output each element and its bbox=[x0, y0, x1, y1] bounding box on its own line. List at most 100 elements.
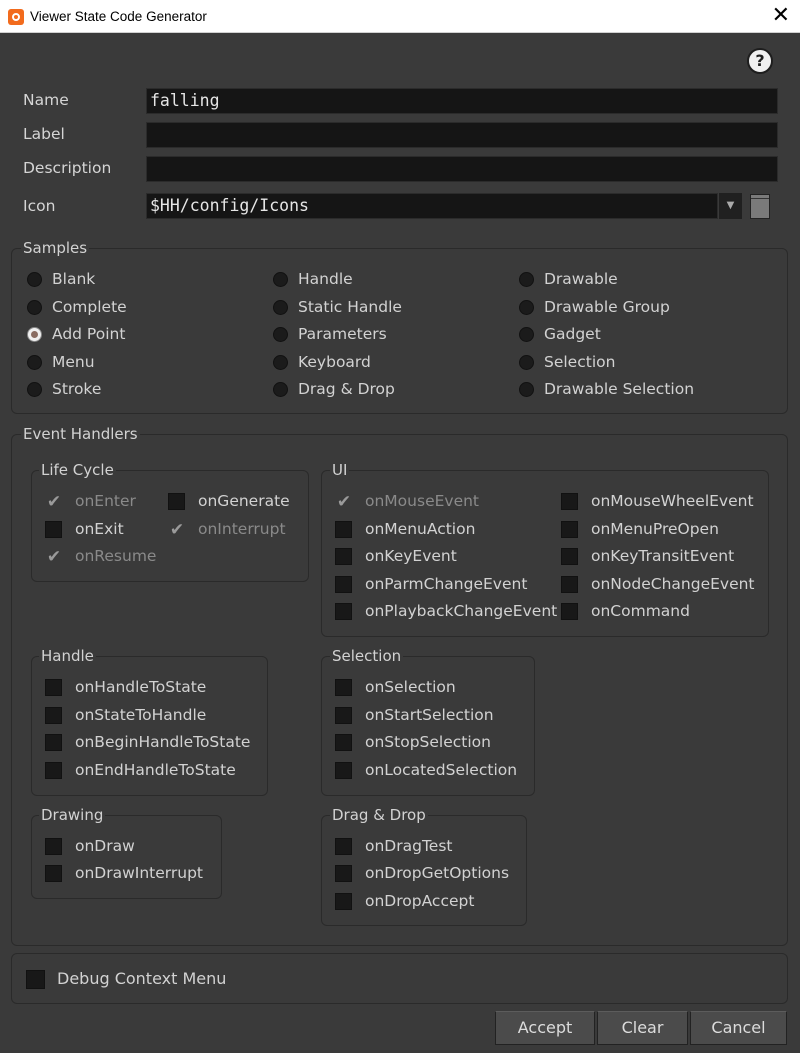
checkbox-on-mouse-wheel-event[interactable] bbox=[561, 493, 578, 510]
selection-title: Selection bbox=[330, 647, 404, 665]
check-icon[interactable]: ✔ bbox=[45, 548, 63, 566]
checkbox-on-handle-to-state[interactable] bbox=[45, 679, 62, 696]
name-input[interactable]: falling bbox=[146, 88, 778, 114]
radio-add-point[interactable] bbox=[27, 327, 42, 342]
clear-button[interactable]: Clear bbox=[597, 1011, 688, 1045]
radio-drawable[interactable] bbox=[519, 272, 534, 287]
radio-gadget[interactable] bbox=[519, 327, 534, 342]
checkbox-label: onInterrupt bbox=[198, 520, 286, 538]
radio-label: Menu bbox=[52, 353, 95, 371]
checkbox-label: onPlaybackChangeEvent bbox=[365, 602, 558, 620]
accept-button[interactable]: Accept bbox=[495, 1011, 595, 1045]
checkbox-on-drag-test[interactable] bbox=[335, 838, 352, 855]
ui-title: UI bbox=[330, 461, 350, 479]
radio-stroke[interactable] bbox=[27, 382, 42, 397]
radio-label: Drag & Drop bbox=[298, 380, 395, 398]
title-bar: Viewer State Code Generator ✕ bbox=[0, 0, 800, 33]
radio-label: Complete bbox=[52, 298, 127, 316]
radio-keyboard[interactable] bbox=[273, 355, 288, 370]
checkbox-label: onBeginHandleToState bbox=[75, 733, 251, 751]
checkbox-label: onMenuAction bbox=[365, 520, 476, 538]
houdini-app-icon bbox=[8, 9, 24, 25]
checkbox-label: onSelection bbox=[365, 678, 456, 696]
label-input[interactable] bbox=[146, 122, 778, 148]
check-icon[interactable]: ✔ bbox=[45, 493, 63, 511]
checkbox-on-draw-interrupt[interactable] bbox=[45, 865, 62, 882]
radio-label: Parameters bbox=[298, 325, 387, 343]
checkbox-label: onDraw bbox=[75, 837, 135, 855]
checkbox-on-generate[interactable] bbox=[168, 493, 185, 510]
checkbox-label: onLocatedSelection bbox=[365, 761, 518, 779]
radio-label: Drawable Selection bbox=[544, 380, 695, 398]
radio-selection[interactable] bbox=[519, 355, 534, 370]
checkbox-on-menu-action[interactable] bbox=[335, 521, 352, 538]
checkbox-label: onStartSelection bbox=[365, 706, 494, 724]
cancel-button[interactable]: Cancel bbox=[690, 1011, 787, 1045]
radio-label: Add Point bbox=[52, 325, 126, 343]
checkbox-label: onStateToHandle bbox=[75, 706, 207, 724]
radio-label: Drawable Group bbox=[544, 298, 670, 316]
checkbox-debug-context-menu[interactable] bbox=[26, 970, 45, 989]
help-icon[interactable]: ? bbox=[747, 48, 773, 74]
check-icon[interactable]: ✔ bbox=[335, 493, 353, 511]
radio-menu[interactable] bbox=[27, 355, 42, 370]
checkbox-label: onKeyEvent bbox=[365, 547, 457, 565]
checkbox-on-drop-accept[interactable] bbox=[335, 893, 352, 910]
radio-label: Selection bbox=[544, 353, 616, 371]
checkbox-on-drop-get-options[interactable] bbox=[335, 865, 352, 882]
checkbox-on-key-event[interactable] bbox=[335, 548, 352, 565]
checkbox-on-located-selection[interactable] bbox=[335, 762, 352, 779]
checkbox-label: onResume bbox=[75, 547, 157, 565]
radio-label: Stroke bbox=[52, 380, 102, 398]
close-icon[interactable]: ✕ bbox=[772, 3, 790, 27]
checkbox-on-command[interactable] bbox=[561, 603, 578, 620]
radio-complete[interactable] bbox=[27, 300, 42, 315]
checkbox-on-exit[interactable] bbox=[45, 521, 62, 538]
checkbox-on-selection[interactable] bbox=[335, 679, 352, 696]
checkbox-label: onMouseEvent bbox=[365, 492, 480, 510]
checkbox-label: onNodeChangeEvent bbox=[591, 575, 755, 593]
icon-label: Icon bbox=[23, 197, 56, 215]
radio-label: Gadget bbox=[544, 325, 601, 343]
radio-label: Drawable bbox=[544, 270, 618, 288]
samples-title: Samples bbox=[21, 239, 90, 257]
checkbox-label: onExit bbox=[75, 520, 124, 538]
checkbox-label: onCommand bbox=[591, 602, 690, 620]
drawing-group bbox=[31, 815, 222, 899]
chevron-down-icon[interactable]: ▼ bbox=[718, 193, 742, 219]
check-icon[interactable]: ✔ bbox=[168, 521, 186, 539]
event-handlers-title: Event Handlers bbox=[21, 425, 140, 443]
checkbox-label: onDropAccept bbox=[365, 892, 475, 910]
checkbox-on-start-selection[interactable] bbox=[335, 707, 352, 724]
checkbox-label: onMenuPreOpen bbox=[591, 520, 719, 538]
checkbox-label: onDropGetOptions bbox=[365, 864, 510, 882]
radio-static-handle[interactable] bbox=[273, 300, 288, 315]
radio-drag-drop[interactable] bbox=[273, 382, 288, 397]
checkbox-label: onEndHandleToState bbox=[75, 761, 236, 779]
drawing-title: Drawing bbox=[39, 806, 106, 824]
window-title: Viewer State Code Generator bbox=[30, 9, 207, 24]
description-input[interactable] bbox=[146, 156, 778, 182]
checkbox-on-stop-selection[interactable] bbox=[335, 734, 352, 751]
handle-title: Handle bbox=[39, 647, 96, 665]
checkbox-on-parm-change-event[interactable] bbox=[335, 576, 352, 593]
icon-input[interactable]: $HH/config/Icons bbox=[146, 193, 718, 219]
checkbox-on-begin-handle-to-state[interactable] bbox=[45, 734, 62, 751]
radio-label: Static Handle bbox=[298, 298, 402, 316]
checkbox-on-node-change-event[interactable] bbox=[561, 576, 578, 593]
radio-drawable-selection[interactable] bbox=[519, 382, 534, 397]
radio-parameters[interactable] bbox=[273, 327, 288, 342]
checkbox-on-key-transit-event[interactable] bbox=[561, 548, 578, 565]
checkbox-on-playback-change-event[interactable] bbox=[335, 603, 352, 620]
checkbox-on-state-to-handle[interactable] bbox=[45, 707, 62, 724]
checkbox-on-menu-pre-open[interactable] bbox=[561, 521, 578, 538]
checkbox-on-draw[interactable] bbox=[45, 838, 62, 855]
radio-label: Blank bbox=[52, 270, 96, 288]
radio-label: Handle bbox=[298, 270, 353, 288]
file-browse-icon[interactable] bbox=[750, 194, 770, 219]
radio-blank[interactable] bbox=[27, 272, 42, 287]
checkbox-label: onMouseWheelEvent bbox=[591, 492, 754, 510]
radio-drawable-group[interactable] bbox=[519, 300, 534, 315]
radio-handle[interactable] bbox=[273, 272, 288, 287]
checkbox-on-end-handle-to-state[interactable] bbox=[45, 762, 62, 779]
